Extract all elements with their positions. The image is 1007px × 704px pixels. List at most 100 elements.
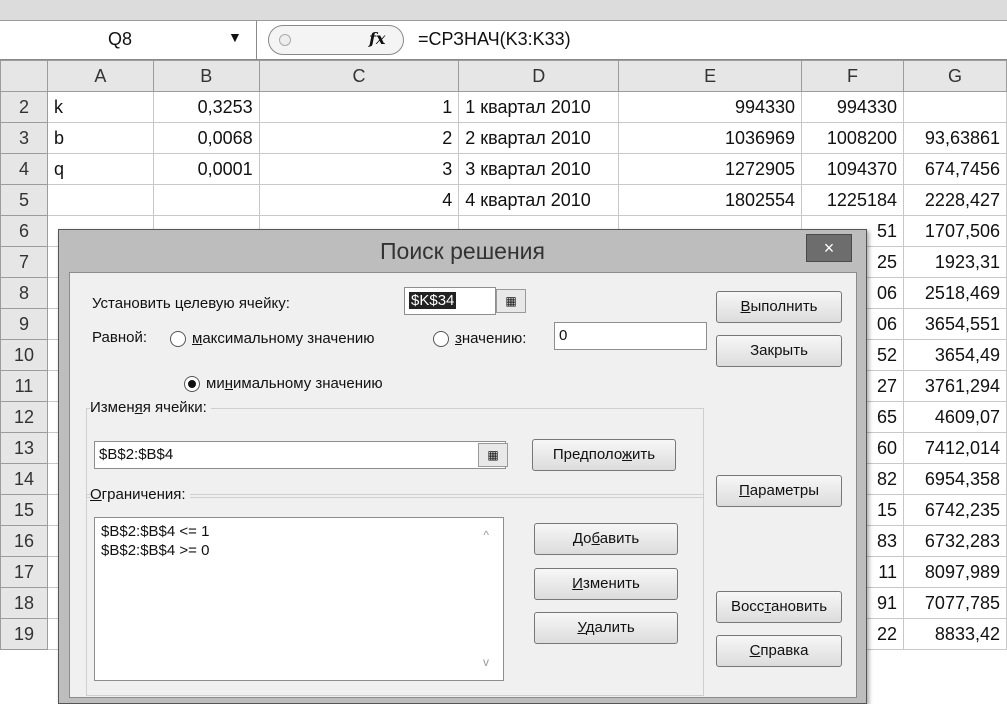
cell[interactable]: q (46, 153, 154, 185)
column-header[interactable]: E (618, 60, 803, 92)
cell[interactable]: 994330 (801, 91, 904, 123)
cell[interactable]: 0,0068 (152, 122, 260, 154)
row-header[interactable]: 12 (0, 401, 48, 433)
cell[interactable]: 93,63861 (902, 122, 1007, 154)
radio-max[interactable] (170, 331, 186, 347)
cell[interactable]: b (46, 122, 154, 154)
cell[interactable]: 1008200 (801, 122, 904, 154)
radio-max-label[interactable]: максимальному значению (192, 330, 375, 347)
row-header[interactable]: 3 (0, 122, 48, 154)
row-header[interactable]: 10 (0, 339, 48, 371)
changing-cells-field[interactable]: $B$2:$B$4 (94, 441, 506, 469)
close-icon[interactable]: × (806, 234, 852, 262)
chevron-down-icon[interactable]: ▼ (228, 29, 242, 45)
add-button[interactable]: Добавить (534, 523, 678, 555)
delete-button[interactable]: Удалить (534, 612, 678, 644)
cell[interactable]: 2 квартал 2010 (458, 122, 620, 154)
cell[interactable]: 4 квартал 2010 (458, 184, 620, 216)
cell[interactable] (46, 184, 154, 216)
cell[interactable]: 4609,07 (902, 401, 1007, 433)
row-header[interactable]: 18 (0, 587, 48, 619)
cell[interactable]: 994330 (618, 91, 803, 123)
column-header[interactable]: F (801, 60, 904, 92)
cell[interactable]: k (46, 91, 154, 123)
cell[interactable]: 3 квартал 2010 (458, 153, 620, 185)
row-header[interactable]: 2 (0, 91, 48, 123)
cell[interactable]: 2518,469 (902, 277, 1007, 309)
cell[interactable]: 3761,294 (902, 370, 1007, 402)
cell[interactable] (152, 184, 260, 216)
range-picker-icon[interactable]: ▦ (478, 443, 508, 467)
guess-button[interactable]: Предположить (532, 439, 676, 471)
scroll-down-icon[interactable]: v (483, 653, 489, 672)
row-header[interactable]: 15 (0, 494, 48, 526)
value-field[interactable]: 0 (554, 322, 707, 350)
row-header[interactable]: 16 (0, 525, 48, 557)
run-button[interactable]: Выполнить (716, 291, 842, 323)
cell[interactable]: 1225184 (801, 184, 904, 216)
cell[interactable]: 1036969 (618, 122, 803, 154)
cell[interactable]: 0,3253 (152, 91, 260, 123)
cell[interactable]: 2 (258, 122, 460, 154)
cell[interactable]: 1094370 (801, 153, 904, 185)
cell[interactable]: 1 квартал 2010 (458, 91, 620, 123)
fx-icon[interactable]: fx (369, 29, 385, 48)
change-button[interactable]: Изменить (534, 568, 678, 600)
cell[interactable]: 674,7456 (902, 153, 1007, 185)
row-header[interactable]: 6 (0, 215, 48, 247)
cell[interactable] (902, 91, 1007, 123)
cell[interactable]: 1707,506 (902, 215, 1007, 247)
cell[interactable]: 3654,551 (902, 308, 1007, 340)
cell[interactable]: 1272905 (618, 153, 803, 185)
radio-value[interactable] (433, 331, 449, 347)
parameters-button[interactable]: Параметры (716, 475, 842, 507)
scroll-up-icon[interactable]: ^ (483, 526, 489, 545)
cell[interactable]: 3 (258, 153, 460, 185)
close-button[interactable]: Закрыть (716, 335, 842, 367)
formula-input[interactable]: =СРЗНАЧ(K3:K33) (418, 29, 571, 50)
cell[interactable]: 1923,31 (902, 246, 1007, 278)
row-header[interactable]: 8 (0, 277, 48, 309)
select-all-corner[interactable] (0, 60, 48, 92)
cell[interactable]: 2228,427 (902, 184, 1007, 216)
cell[interactable]: 6742,235 (902, 494, 1007, 526)
column-header[interactable]: G (902, 60, 1007, 92)
constraints-list[interactable]: $B$2:$B$4 <= 1 $B$2:$B$4 >= 0 ^ v (94, 517, 504, 681)
row-header[interactable]: 5 (0, 184, 48, 216)
list-item[interactable]: $B$2:$B$4 <= 1 (101, 522, 497, 541)
cell[interactable]: 1 (258, 91, 460, 123)
cell[interactable]: 8833,42 (902, 618, 1007, 650)
column-header[interactable]: B (152, 60, 260, 92)
target-cell-field[interactable]: $K$34 (404, 287, 496, 315)
row-header[interactable]: 7 (0, 246, 48, 278)
cell[interactable]: 7412,014 (902, 432, 1007, 464)
row-header[interactable]: 11 (0, 370, 48, 402)
cell[interactable]: 4 (258, 184, 460, 216)
formula-controls: fx (268, 25, 404, 55)
row-header[interactable]: 4 (0, 153, 48, 185)
cancel-icon[interactable] (279, 34, 291, 46)
row-header[interactable]: 14 (0, 463, 48, 495)
restore-button[interactable]: Восстановить (716, 591, 842, 623)
row-header[interactable]: 17 (0, 556, 48, 588)
column-header[interactable]: D (458, 60, 620, 92)
help-button[interactable]: Справка (716, 635, 842, 667)
range-picker-icon[interactable]: ▦ (496, 289, 526, 313)
radio-min[interactable] (184, 376, 200, 392)
cell[interactable]: 0,0001 (152, 153, 260, 185)
cell[interactable]: 6732,283 (902, 525, 1007, 557)
radio-min-label[interactable]: минимальному значению (206, 375, 383, 392)
row-header[interactable]: 19 (0, 618, 48, 650)
row-header[interactable]: 9 (0, 308, 48, 340)
name-box[interactable]: Q8 ▼ (0, 21, 257, 59)
cell[interactable]: 6954,358 (902, 463, 1007, 495)
list-item[interactable]: $B$2:$B$4 >= 0 (101, 541, 497, 560)
cell[interactable]: 1802554 (618, 184, 803, 216)
radio-value-label[interactable]: значению: (455, 330, 526, 347)
row-header[interactable]: 13 (0, 432, 48, 464)
column-header[interactable]: C (258, 60, 460, 92)
cell[interactable]: 3654,49 (902, 339, 1007, 371)
cell[interactable]: 8097,989 (902, 556, 1007, 588)
column-header[interactable]: A (46, 60, 154, 92)
cell[interactable]: 7077,785 (902, 587, 1007, 619)
